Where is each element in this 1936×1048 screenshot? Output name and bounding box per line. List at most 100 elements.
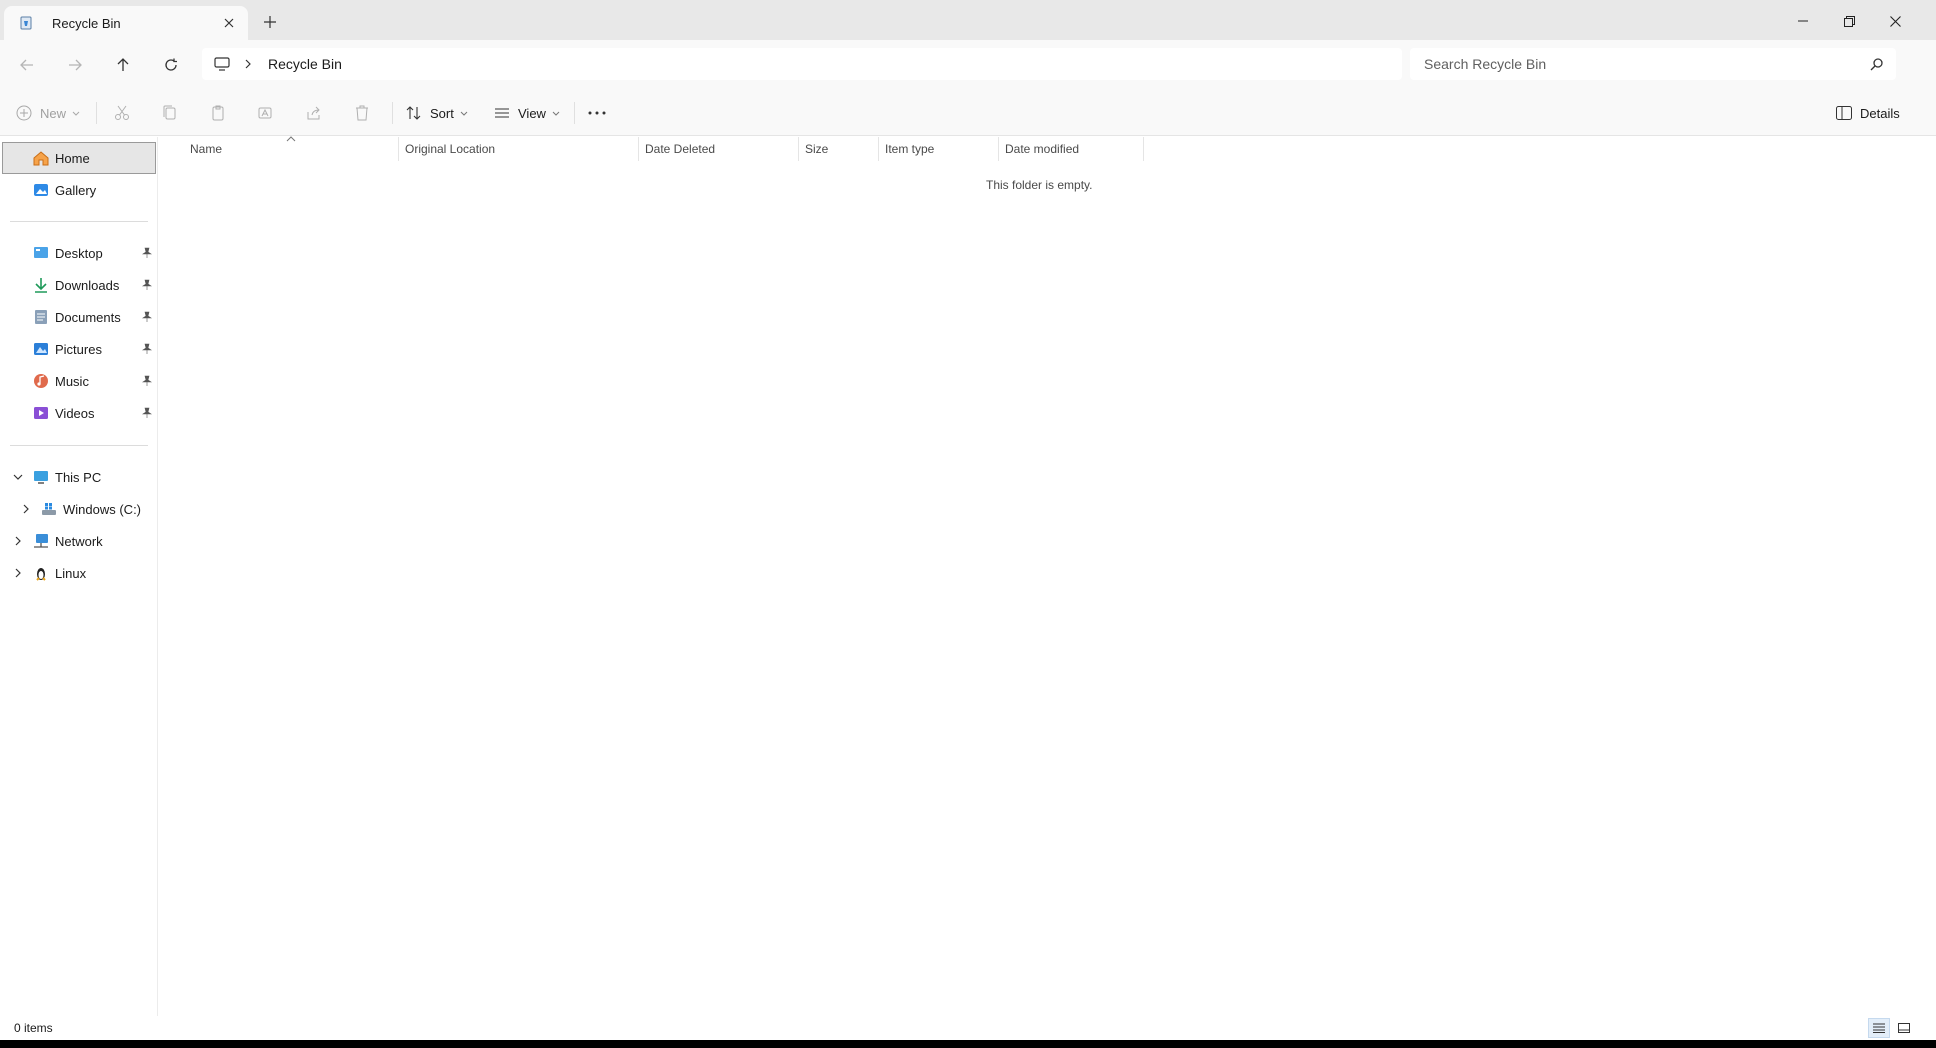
- sort-button[interactable]: Sort: [406, 100, 468, 126]
- divider: [10, 221, 148, 222]
- sidebar-item-home[interactable]: Home: [2, 142, 156, 174]
- more-options-button[interactable]: [588, 100, 606, 126]
- sidebar-item-this-pc[interactable]: This PC: [2, 461, 156, 493]
- view-button[interactable]: View: [494, 100, 560, 126]
- sidebar-item-music[interactable]: Music: [2, 365, 156, 397]
- minimize-button[interactable]: [1780, 6, 1826, 36]
- desktop-icon: [33, 245, 49, 261]
- documents-icon: [33, 309, 49, 325]
- share-button[interactable]: [306, 100, 322, 126]
- search-input[interactable]: Search Recycle Bin: [1424, 56, 1546, 72]
- search-icon[interactable]: [1870, 57, 1884, 71]
- new-tab-button[interactable]: [260, 12, 280, 32]
- item-count: 0 items: [14, 1021, 53, 1035]
- view-list-icon: [494, 105, 510, 121]
- add-circle-icon: [16, 105, 32, 121]
- search-box[interactable]: Search Recycle Bin: [1410, 48, 1896, 80]
- sidebar-item-downloads[interactable]: Downloads: [2, 269, 156, 301]
- paste-button[interactable]: [210, 100, 226, 126]
- linux-penguin-icon: [33, 565, 49, 581]
- details-label: Details: [1860, 105, 1900, 121]
- sidebar-item-network[interactable]: Network: [2, 525, 156, 557]
- share-icon: [306, 105, 322, 121]
- column-label: Original Location: [405, 142, 496, 156]
- scissors-icon: [114, 105, 130, 121]
- column-header-size[interactable]: Size: [799, 137, 879, 161]
- close-window-button[interactable]: [1872, 6, 1918, 36]
- sidebar-item-linux[interactable]: Linux: [2, 557, 156, 589]
- breadcrumb-recycle-bin[interactable]: Recycle Bin: [268, 56, 342, 72]
- address-bar[interactable]: Recycle Bin: [202, 48, 1402, 80]
- back-button[interactable]: [14, 52, 40, 78]
- column-header-date-modified[interactable]: Date modified: [999, 137, 1144, 161]
- column-label: Name: [190, 142, 223, 156]
- tab-title: Recycle Bin: [52, 15, 121, 31]
- column-label: Date Deleted: [645, 142, 716, 156]
- column-label: Item type: [885, 142, 935, 156]
- chevron-down-icon[interactable]: [12, 471, 24, 483]
- delete-button[interactable]: [354, 100, 370, 126]
- chevron-right-icon[interactable]: [244, 59, 252, 69]
- music-icon: [33, 373, 49, 389]
- sidebar-label: Home: [55, 151, 90, 166]
- details-view-button[interactable]: [1868, 1018, 1890, 1038]
- new-label: New: [40, 105, 67, 121]
- close-tab-icon[interactable]: [220, 14, 238, 32]
- details-pane-button[interactable]: Details: [1836, 100, 1900, 126]
- column-header-original-location[interactable]: Original Location: [399, 137, 639, 161]
- sort-icon: [406, 105, 422, 121]
- cut-button[interactable]: [114, 100, 130, 126]
- pin-icon[interactable]: [142, 407, 152, 419]
- up-button[interactable]: [110, 52, 136, 78]
- details-view-icon: [1873, 1023, 1885, 1033]
- sidebar-item-videos[interactable]: Videos: [2, 397, 156, 429]
- tab-recycle-bin[interactable]: Recycle Bin: [4, 6, 248, 40]
- column-label: Date modified: [1005, 142, 1080, 156]
- sidebar-label: Linux: [55, 566, 87, 581]
- sidebar-item-gallery[interactable]: Gallery: [2, 174, 156, 206]
- sidebar-label: Documents: [55, 310, 121, 325]
- chevron-down-icon: [552, 111, 560, 116]
- sort-label: Sort: [430, 105, 454, 121]
- sidebar-label: Desktop: [55, 246, 103, 261]
- sidebar-label: Downloads: [55, 278, 120, 293]
- trash-icon: [354, 105, 370, 121]
- separator: [392, 102, 393, 124]
- pin-icon[interactable]: [142, 375, 152, 387]
- gallery-icon: [33, 182, 49, 198]
- column-header-name[interactable]: Name: [159, 137, 399, 161]
- tiles-view-button[interactable]: [1893, 1018, 1915, 1038]
- copy-button[interactable]: [162, 100, 178, 126]
- computer-icon[interactable]: [214, 57, 230, 71]
- more-icon: [588, 111, 606, 115]
- pin-icon[interactable]: [142, 311, 152, 323]
- new-button[interactable]: New: [16, 100, 80, 126]
- pin-icon[interactable]: [142, 279, 152, 291]
- pin-icon[interactable]: [142, 247, 152, 259]
- restore-button[interactable]: [1826, 6, 1872, 36]
- pin-icon[interactable]: [142, 343, 152, 355]
- sidebar-item-desktop[interactable]: Desktop: [2, 237, 156, 269]
- forward-button[interactable]: [62, 52, 88, 78]
- refresh-button[interactable]: [158, 52, 184, 78]
- sidebar-label: Music: [55, 374, 89, 389]
- recycle-bin-icon: [18, 15, 34, 31]
- command-bar: New Sort View Details: [0, 88, 1936, 136]
- separator: [574, 102, 575, 124]
- status-bar: 0 items: [0, 1016, 1936, 1040]
- sidebar-label: Pictures: [55, 342, 102, 357]
- view-label: View: [518, 105, 546, 121]
- column-header-date-deleted[interactable]: Date Deleted: [639, 137, 799, 161]
- column-header-item-type[interactable]: Item type: [879, 137, 999, 161]
- home-icon: [33, 150, 49, 166]
- chevron-right-icon[interactable]: [12, 567, 24, 579]
- chevron-right-icon[interactable]: [12, 535, 24, 547]
- sidebar-item-windows-c[interactable]: Windows (C:): [2, 493, 156, 525]
- download-icon: [33, 277, 49, 293]
- drive-icon: [41, 501, 57, 517]
- sidebar-item-documents[interactable]: Documents: [2, 301, 156, 333]
- sidebar-item-pictures[interactable]: Pictures: [2, 333, 156, 365]
- chevron-down-icon: [460, 111, 468, 116]
- rename-button[interactable]: [258, 100, 274, 126]
- chevron-right-icon[interactable]: [20, 503, 32, 515]
